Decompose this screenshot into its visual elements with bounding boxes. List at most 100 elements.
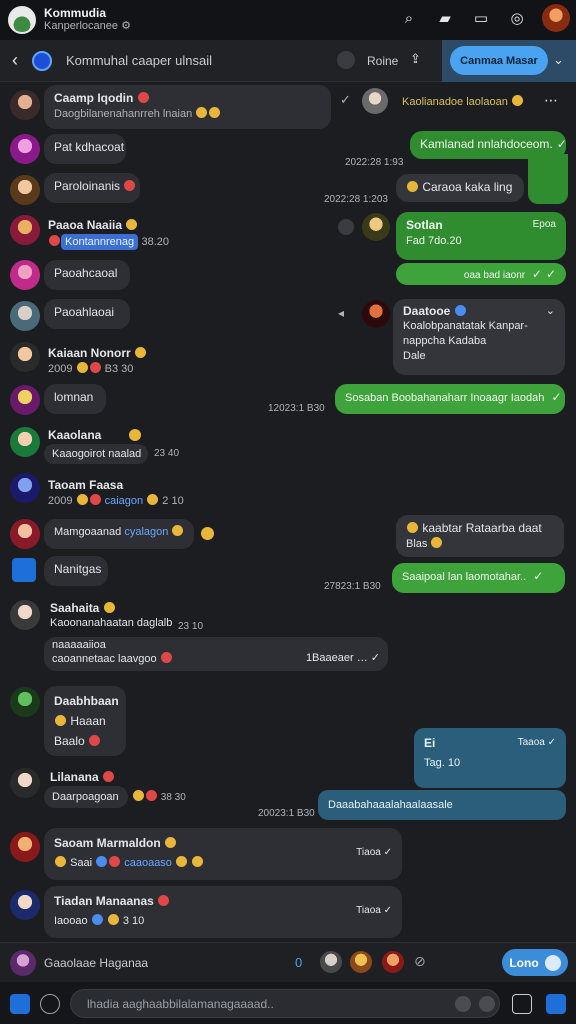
app-subtitle: Kanperlocanee bbox=[44, 20, 119, 32]
avatar[interactable] bbox=[10, 687, 40, 717]
avatar[interactable] bbox=[10, 519, 40, 549]
message-list: Caamp Iqodin Daogbilanenahanrreh lnaian … bbox=[0, 82, 576, 942]
back-arrow-icon[interactable]: ‹ bbox=[0, 50, 30, 71]
mic-icon[interactable] bbox=[40, 994, 60, 1014]
message-bubble-sent[interactable]: Sosaban Boobahanaharr Inoaagr Iaodah ✓ bbox=[335, 384, 565, 414]
avatar[interactable] bbox=[320, 951, 342, 973]
message-bubble[interactable]: Tiadan Manaanas Iaooao 3 10 Tiaoa ✓ bbox=[44, 886, 402, 938]
send-icon bbox=[544, 954, 561, 971]
avatar[interactable] bbox=[10, 427, 40, 457]
message-bubble[interactable]: Paoahlaoai bbox=[44, 299, 130, 329]
avatar[interactable] bbox=[10, 175, 40, 205]
message-bubble[interactable]: lomnan bbox=[44, 384, 106, 414]
share-icon[interactable] bbox=[546, 994, 566, 1014]
message-bubble[interactable]: Pat kdhacoat bbox=[44, 134, 126, 164]
profile-avatar[interactable] bbox=[542, 4, 570, 32]
message-bubble[interactable]: Daabhbaan Haaan Baalo bbox=[44, 686, 126, 756]
avatar[interactable] bbox=[362, 300, 390, 328]
avatar[interactable] bbox=[10, 950, 36, 976]
avatar[interactable] bbox=[10, 260, 40, 290]
emoji-reaction bbox=[129, 429, 141, 441]
bookmark-icon[interactable]: ▰ bbox=[434, 7, 456, 29]
check-icon: ✓ bbox=[340, 92, 351, 107]
message-bubble-sent[interactable]: Caraoa kaka ling bbox=[396, 174, 524, 202]
camera-icon[interactable]: ◎ bbox=[506, 7, 528, 29]
avatar[interactable] bbox=[10, 832, 40, 862]
avatar[interactable] bbox=[10, 600, 40, 630]
attach-icon[interactable]: ⊘ bbox=[414, 953, 426, 970]
top-icon-group: ⌕ ▰ ▭ ◎ bbox=[398, 4, 570, 32]
timestamp: 2022:28 1:203 bbox=[324, 194, 388, 205]
timestamp: 20023:1 B30 bbox=[258, 808, 315, 819]
chevron-down-icon[interactable]: ⌄ bbox=[553, 52, 564, 68]
avatar[interactable] bbox=[10, 768, 40, 798]
message-bubble[interactable]: Paaoa Naaiia Kontannrenag 38.20 bbox=[44, 212, 184, 256]
app-header: Kommudia Kanperlocanee ⚙ ⌕ ▰ ▭ ◎ bbox=[0, 0, 576, 40]
gear-icon[interactable]: ⚙ bbox=[121, 20, 131, 32]
message-bubble-sub[interactable]: Daarpoagoan bbox=[44, 786, 128, 808]
calendar-icon[interactable]: ▭ bbox=[470, 7, 492, 29]
share-icon[interactable]: ⇪ bbox=[410, 51, 421, 67]
composer-row: Gaaolaae Haganaa 0 ⊘ Lono bbox=[0, 942, 576, 982]
count-badge: 0 bbox=[295, 955, 303, 970]
conversation-title: Kommuhal caaper ulnsail bbox=[66, 53, 212, 68]
message-bubble[interactable]: Kaiaan Nonorr 2009 B3 30 bbox=[44, 340, 174, 380]
app-icon[interactable] bbox=[12, 558, 36, 582]
sticker-icon[interactable] bbox=[479, 996, 495, 1012]
message-input[interactable]: lhadia aaghaabbilalamanagaaaad.. bbox=[70, 989, 500, 1018]
message-time: 38 30 bbox=[132, 790, 186, 803]
avatar[interactable] bbox=[10, 473, 40, 503]
message-bubble-received[interactable]: Daatooe ⌄ Koalobpanatatak Kanpar- nappch… bbox=[393, 299, 565, 375]
avatar[interactable] bbox=[382, 951, 404, 973]
input-bar: lhadia aaghaabbilalamanagaaaad.. bbox=[0, 982, 576, 1024]
emoji-icon[interactable] bbox=[455, 996, 471, 1012]
conversation-action[interactable]: Roine bbox=[367, 54, 398, 68]
timestamp: 2022:28 1:93 bbox=[345, 157, 404, 168]
emoji-icon[interactable] bbox=[338, 219, 354, 235]
message-bubble-sent[interactable]: Sotlan Epoa Fad 7do.20 bbox=[396, 212, 566, 260]
cta-button[interactable]: Canmaa Masar bbox=[450, 46, 548, 75]
avatar[interactable] bbox=[362, 88, 388, 114]
message-time: 23 10 bbox=[178, 621, 204, 632]
send-button[interactable]: Lono bbox=[502, 949, 568, 976]
message-bubble[interactable]: Saoam Marmaldon Saai caaoaaso Tiaoa ✓ bbox=[44, 828, 402, 880]
avatar[interactable] bbox=[10, 890, 40, 920]
message-bubble-sub[interactable]: naaaaaiioa caoannetaac laavgoo 1Baaeaer … bbox=[44, 637, 388, 671]
message-bubble[interactable]: Paroloinanis bbox=[44, 173, 140, 203]
apps-icon[interactable] bbox=[10, 994, 30, 1014]
message-bubble-sub[interactable]: Kaaogoirot naalad bbox=[44, 444, 148, 464]
bubble-tail bbox=[528, 154, 568, 204]
info-icon[interactable] bbox=[337, 51, 355, 69]
avatar[interactable] bbox=[10, 215, 40, 245]
avatar[interactable] bbox=[350, 951, 372, 973]
message-bubble[interactable]: Paoahcaoal bbox=[44, 260, 130, 290]
avatar[interactable] bbox=[362, 213, 390, 241]
message-bubble-sent[interactable]: Ei Taaoa ✓ Tag. 10 bbox=[414, 728, 566, 788]
app-logo[interactable] bbox=[8, 6, 36, 34]
avatar[interactable] bbox=[10, 301, 40, 331]
message-bubble[interactable]: Taoam Faasa 2009 caiagon 2 10 bbox=[44, 472, 214, 516]
search-icon[interactable]: ⌕ bbox=[398, 7, 420, 29]
message-bubble[interactable]: Nanitgas bbox=[44, 556, 108, 586]
reply-icon[interactable]: ◂ bbox=[338, 306, 354, 322]
timestamp: 27823:1 B30 bbox=[324, 581, 381, 592]
avatar[interactable] bbox=[10, 342, 40, 372]
message-bubble-sent[interactable]: oaa bad iaonr ✓ ✓ bbox=[396, 263, 566, 285]
message-bubble-received[interactable]: kaabtar Rataarba daat Blas bbox=[396, 515, 564, 557]
conversation-header: ‹ Kommuhal caaper ulnsail Roine ⇪ Canmaa… bbox=[0, 40, 576, 82]
conversation-icon bbox=[32, 50, 52, 71]
composer-label: Gaaolaae Haganaa bbox=[44, 956, 149, 970]
emoji-reaction bbox=[201, 527, 214, 540]
message-bubble-sent[interactable]: Saaipoal lan laomotahar.. ✓ bbox=[392, 563, 565, 593]
avatar[interactable] bbox=[10, 134, 40, 164]
message-bubble[interactable]: Caamp Iqodin Daogbilanenahanrreh lnaian bbox=[44, 85, 331, 129]
message-bubble[interactable]: Mamgoaanad cyalagon bbox=[44, 519, 194, 549]
message-bubble-sent[interactable]: Daaabahaaalahaalaasale bbox=[318, 790, 566, 820]
message-time: 23 40 bbox=[154, 448, 180, 459]
avatar[interactable] bbox=[10, 90, 40, 120]
avatar[interactable] bbox=[10, 385, 40, 415]
sender-name: Kaolianadoe laolaoan bbox=[402, 95, 524, 108]
app-title-block: Kommudia Kanperlocanee ⚙ bbox=[44, 7, 131, 33]
more-icon[interactable]: ⋯ bbox=[544, 92, 558, 109]
check-square-icon[interactable] bbox=[512, 994, 532, 1014]
